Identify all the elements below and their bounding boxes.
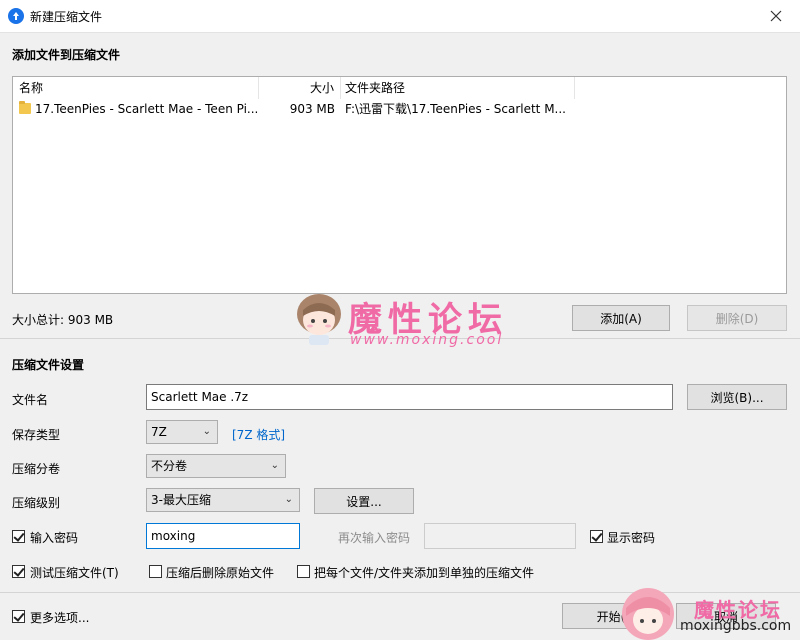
split-select[interactable]: 不分卷 ⌄: [146, 454, 286, 478]
format-link[interactable]: [7Z 格式]: [232, 426, 285, 443]
more-options-checkbox[interactable]: [12, 610, 25, 623]
save-type-label: 保存类型: [12, 428, 61, 442]
mascot-logo: [297, 294, 341, 345]
password-checkbox[interactable]: [12, 530, 25, 543]
test-archive-label: 测试压缩文件(T): [30, 566, 119, 580]
reenter-password-input[interactable]: [424, 523, 576, 549]
column-size[interactable]: 大小: [259, 77, 341, 99]
delete-after-label: 压缩后删除原始文件: [166, 566, 275, 580]
item-name: 17.TeenPies - Scarlett Mae - Teen Pi...: [35, 102, 259, 116]
list-header: 名称 大小 文件夹路径: [13, 77, 786, 99]
title-bar: 新建压缩文件: [0, 0, 800, 33]
show-password-label: 显示密码: [607, 531, 656, 545]
file-list[interactable]: 名称 大小 文件夹路径 17.TeenPies - Scarlett Mae -…: [12, 76, 787, 294]
save-type-select[interactable]: 7Z ⌄: [146, 420, 218, 444]
watermark: 魔性论坛 www.moxing.cool: [292, 290, 522, 354]
settings-section-title: 压缩文件设置: [12, 358, 85, 372]
save-type-value: 7Z: [151, 425, 167, 439]
chevron-down-icon: ⌄: [284, 494, 293, 505]
password-label: 输入密码: [30, 531, 79, 545]
add-section-title: 添加文件到压缩文件: [12, 48, 121, 62]
delete-after-checkbox[interactable]: [149, 565, 162, 578]
app-icon: [8, 8, 24, 24]
delete-button[interactable]: 删除(D): [687, 305, 787, 331]
show-password-checkbox[interactable]: [590, 530, 603, 543]
chevron-down-icon: ⌄: [202, 426, 211, 437]
item-path: F:\迅雷下载\17.TeenPies - Scarlett M...: [345, 102, 566, 116]
filename-input[interactable]: Scarlett Mae .7z: [146, 384, 673, 410]
folder-icon: [19, 101, 31, 114]
window-title: 新建压缩文件: [30, 10, 103, 24]
split-label: 压缩分卷: [12, 462, 61, 476]
separate-archives-label: 把每个文件/文件夹添加到单独的压缩文件: [314, 566, 535, 580]
column-path[interactable]: 文件夹路径: [341, 77, 575, 99]
test-archive-checkbox[interactable]: [12, 565, 25, 578]
password-input[interactable]: moxing: [146, 523, 300, 549]
level-label: 压缩级别: [12, 496, 61, 510]
watermark-corner-url: moxingbbs.com: [680, 618, 792, 634]
level-value: 3-最大压缩: [151, 493, 211, 507]
more-options-label: 更多选项...: [30, 611, 90, 625]
total-size: 大小总计: 903 MB: [12, 313, 114, 327]
split-value: 不分卷: [151, 459, 188, 473]
add-button[interactable]: 添加(A): [572, 305, 670, 331]
watermark-url: www.moxing.cool: [350, 332, 504, 348]
separate-archives-checkbox[interactable]: [297, 565, 310, 578]
level-select[interactable]: 3-最大压缩 ⌄: [146, 488, 300, 512]
close-button[interactable]: [758, 2, 794, 30]
item-size: 903 MB: [289, 102, 335, 116]
list-item[interactable]: 17.TeenPies - Scarlett Mae - Teen Pi... …: [13, 99, 786, 119]
close-icon: [770, 10, 782, 22]
column-name[interactable]: 名称: [13, 77, 259, 99]
filename-label: 文件名: [12, 393, 49, 407]
mascot-logo: [622, 588, 674, 640]
watermark-corner: 魔性论坛 moxingbbs.com: [604, 586, 800, 640]
reenter-password-label: 再次输入密码: [338, 531, 411, 545]
settings-button[interactable]: 设置...: [314, 488, 414, 514]
browse-button[interactable]: 浏览(B)...: [687, 384, 787, 410]
chevron-down-icon: ⌄: [270, 460, 279, 471]
